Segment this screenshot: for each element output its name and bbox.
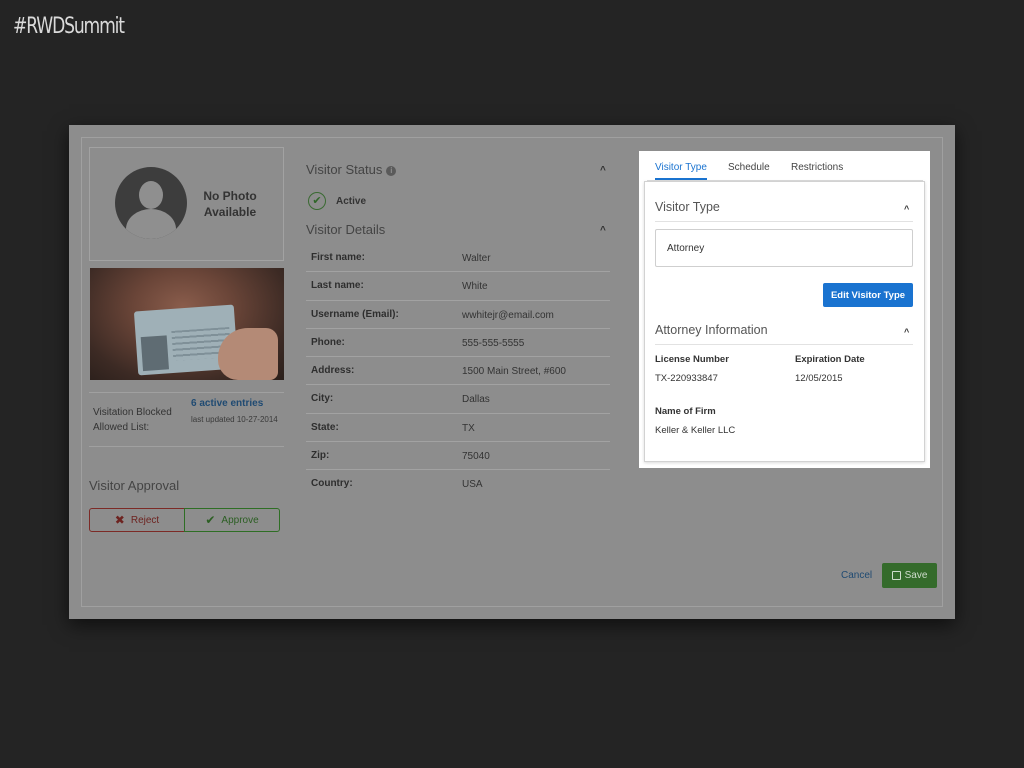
detail-value: 75040 [462, 451, 490, 463]
check-icon: ✔ [205, 513, 216, 527]
visitor-details-title: Visitor Details [306, 222, 386, 237]
detail-value: Walter [462, 253, 491, 264]
detail-label: City: [311, 393, 334, 405]
detail-value: 555-555-5555 [462, 337, 525, 349]
visitor-status-label: Visitor Status [306, 162, 383, 177]
chevron-up-icon[interactable]: ^ [600, 225, 606, 236]
visitor-status-title: Visitor Status i [306, 162, 397, 177]
save-label: Save [904, 570, 928, 581]
no-photo-label: No Photo Available [203, 189, 257, 219]
detail-row-address: Address: 1500 Main Street, #600 [306, 357, 610, 386]
firm-name-label: Name of Firm [655, 406, 716, 417]
divider [655, 221, 913, 222]
tab-restrictions[interactable]: Restrictions [791, 162, 843, 173]
detail-row-first-name: First name: Walter [306, 244, 610, 273]
active-entries-link[interactable]: 6 active entries [191, 398, 263, 409]
visitor-type-card [644, 181, 925, 462]
detail-label: Country: [311, 478, 353, 490]
detail-row-phone: Phone: 555-555-5555 [306, 329, 610, 358]
tab-schedule[interactable]: Schedule [728, 162, 770, 173]
chevron-up-icon[interactable]: ^ [600, 165, 606, 176]
chevron-up-icon[interactable]: ^ [904, 204, 909, 214]
last-updated-text: last updated 10-27-2014 [191, 415, 278, 424]
detail-value: wwhitejr@email.com [462, 309, 554, 321]
license-number-value: TX-220933847 [655, 373, 718, 384]
status-value: Active [336, 196, 367, 207]
expiration-date-label: Expiration Date [795, 354, 865, 365]
detail-row-country: Country: USA [306, 470, 610, 498]
visitor-details-table: First name: Walter Last name: White Userna… [306, 244, 610, 499]
attorney-information-title: Attorney Information [655, 323, 768, 337]
divider [655, 344, 913, 345]
detail-row-state: State: TX [306, 414, 610, 443]
approve-button[interactable]: ✔ Approve [184, 508, 280, 532]
detail-label: First name: [311, 252, 365, 263]
license-number-label: License Number [655, 354, 729, 365]
visitation-blocked-label: Visitation Blocked Allowed List: [93, 407, 172, 433]
expiration-date-value: 12/05/2015 [795, 373, 843, 384]
visitor-type-field[interactable]: Attorney [655, 229, 913, 267]
detail-value: USA [462, 479, 483, 491]
detail-label: Last name: [311, 280, 364, 292]
divider [89, 392, 284, 393]
detail-value: TX [462, 422, 475, 434]
check-circle-icon: ✔ [308, 192, 326, 210]
save-button[interactable]: Save [882, 563, 937, 588]
avatar-placeholder-icon [115, 167, 187, 239]
chevron-up-icon[interactable]: ^ [904, 327, 909, 337]
detail-row-city: City: Dallas [306, 385, 610, 414]
approve-label: Approve [221, 514, 259, 526]
detail-value: 1500 Main Street, #600 [462, 366, 566, 378]
close-icon: ✖ [114, 513, 125, 527]
edit-visitor-type-button[interactable]: Edit Visitor Type [823, 283, 913, 307]
id-card-photo[interactable] [90, 268, 284, 380]
reject-label: Reject [130, 514, 160, 526]
visitor-approval-title: Visitor Approval [89, 478, 180, 493]
detail-value: White [462, 281, 488, 293]
reject-button[interactable]: ✖ Reject [89, 508, 185, 532]
detail-label: Phone: [311, 336, 345, 348]
visitor-type-title: Visitor Type [655, 200, 720, 214]
visitor-type-panel: Visitor Type Schedule Restrictions Visit… [639, 151, 930, 468]
floppy-disk-icon [891, 571, 901, 580]
divider [89, 446, 284, 447]
detail-value: Dallas [462, 394, 490, 406]
detail-row-username: Username (Email): wwhitejr@email.com [306, 301, 610, 329]
detail-label: State: [311, 421, 339, 433]
detail-label: Username (Email): [311, 308, 399, 320]
cancel-button[interactable]: Cancel [841, 570, 872, 581]
tab-visitor-type[interactable]: Visitor Type [655, 162, 707, 180]
slide-hashtag: #RWDSummit [13, 14, 125, 39]
panel-tabs: Visitor Type Schedule Restrictions [647, 159, 923, 181]
detail-label: Zip: [311, 450, 330, 462]
detail-row-last-name: Last name: White [306, 272, 610, 301]
detail-row-zip: Zip: 75040 [306, 442, 610, 471]
info-icon[interactable]: i [386, 166, 397, 176]
firm-name-value: Keller & Keller LLC [655, 425, 736, 436]
detail-label: Address: [311, 365, 355, 377]
